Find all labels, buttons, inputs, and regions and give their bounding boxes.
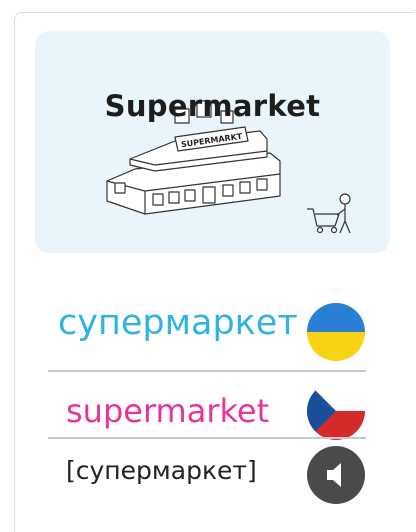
divider [48, 370, 366, 372]
play-audio-button[interactable] [307, 446, 365, 504]
transcription: [супермаркет] [66, 456, 257, 485]
image-title: Supermarket [104, 89, 321, 123]
illustration-panel: SUPERMARKT Supermarket [35, 31, 390, 253]
speaker-icon [327, 463, 349, 487]
supermarket-illustration: SUPERMARKT [106, 100, 351, 234]
ukrainian-word: супермаркет [58, 303, 298, 343]
ukraine-flag-icon [307, 303, 365, 361]
divider [48, 437, 366, 439]
czech-flag-icon [307, 382, 365, 440]
czech-word: supermarket [66, 392, 270, 430]
